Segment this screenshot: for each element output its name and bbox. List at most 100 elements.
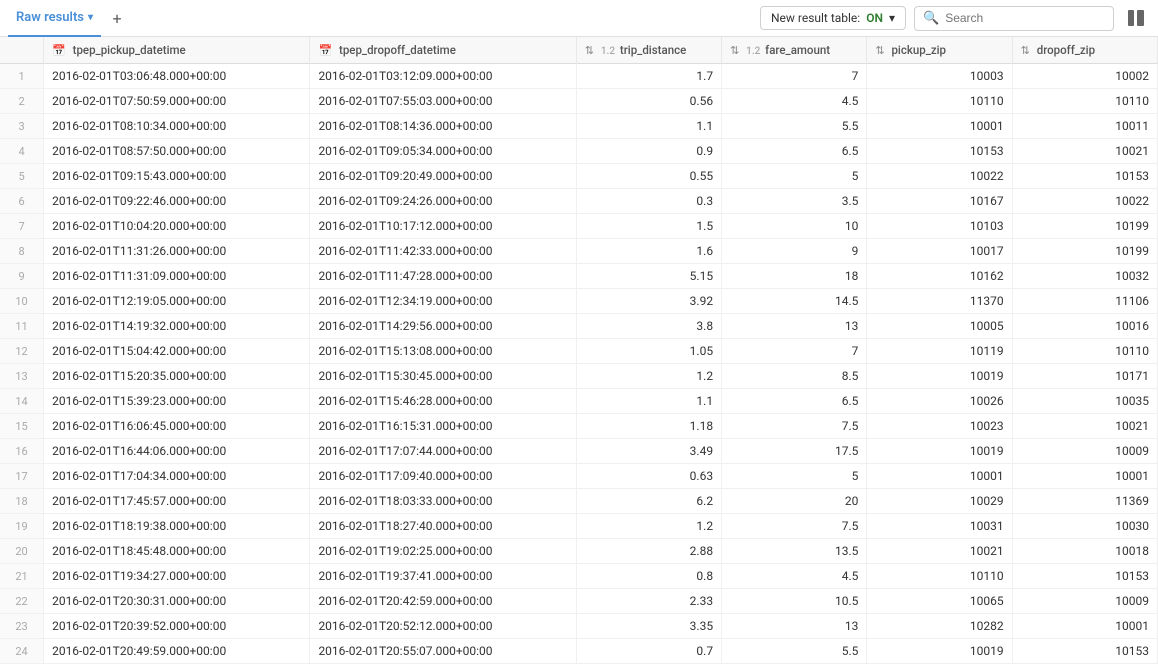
fare-amount-cell: 14.5 (722, 289, 867, 314)
row-number: 24 (0, 639, 44, 664)
trip-distance-cell: 0.9 (576, 139, 721, 164)
pickup-zip-cell: 10065 (867, 589, 1012, 614)
pickup-zip-cell: 10162 (867, 264, 1012, 289)
fare-amount-cell: 7.5 (722, 414, 867, 439)
row-number: 18 (0, 489, 44, 514)
pickup-zip-cell: 10003 (867, 64, 1012, 89)
th-dropoff-datetime[interactable]: 📅 tpep_dropoff_datetime (310, 37, 576, 64)
pickup-datetime-cell: 2016-02-01T09:15:43.000+00:00 (44, 164, 310, 189)
table-row: 12 2016-02-01T15:04:42.000+00:00 2016-02… (0, 339, 1158, 364)
dropoff-zip-cell: 11369 (1012, 489, 1157, 514)
th-pickup-zip[interactable]: ⇅ pickup_zip (867, 37, 1012, 64)
table-row: 19 2016-02-01T18:19:38.000+00:00 2016-02… (0, 514, 1158, 539)
dropoff-zip-cell: 10011 (1012, 114, 1157, 139)
pickup-datetime-cell: 2016-02-01T16:06:45.000+00:00 (44, 414, 310, 439)
dropoff-datetime-cell: 2016-02-01T19:02:25.000+00:00 (310, 539, 576, 564)
pickup-zip-cell: 11370 (867, 289, 1012, 314)
search-input[interactable] (945, 11, 1105, 25)
sort-icon: ⇅ (585, 44, 594, 57)
pickup-zip-cell: 10153 (867, 139, 1012, 164)
row-number: 5 (0, 164, 44, 189)
table-row: 15 2016-02-01T16:06:45.000+00:00 2016-02… (0, 414, 1158, 439)
row-number: 8 (0, 239, 44, 264)
fare-amount-cell: 13 (722, 314, 867, 339)
table-row: 9 2016-02-01T11:31:09.000+00:00 2016-02-… (0, 264, 1158, 289)
pickup-datetime-cell: 2016-02-01T12:19:05.000+00:00 (44, 289, 310, 314)
dropoff-zip-cell: 10030 (1012, 514, 1157, 539)
trip-distance-cell: 1.7 (576, 64, 721, 89)
row-number: 10 (0, 289, 44, 314)
row-number: 9 (0, 264, 44, 289)
dropoff-zip-cell: 10018 (1012, 539, 1157, 564)
pickup-datetime-cell: 2016-02-01T19:34:27.000+00:00 (44, 564, 310, 589)
row-number: 20 (0, 539, 44, 564)
pickup-datetime-cell: 2016-02-01T20:39:52.000+00:00 (44, 614, 310, 639)
toggle-chevron-icon: ▾ (889, 11, 895, 25)
th-dropoff-zip[interactable]: ⇅ dropoff_zip (1012, 37, 1157, 64)
dropoff-zip-cell: 10153 (1012, 564, 1157, 589)
dropoff-datetime-cell: 2016-02-01T08:14:36.000+00:00 (310, 114, 576, 139)
pickup-datetime-cell: 2016-02-01T08:57:50.000+00:00 (44, 139, 310, 164)
dropoff-zip-cell: 10035 (1012, 389, 1157, 414)
fare-amount-cell: 17.5 (722, 439, 867, 464)
dropoff-datetime-cell: 2016-02-01T17:09:40.000+00:00 (310, 464, 576, 489)
row-number: 17 (0, 464, 44, 489)
row-number: 1 (0, 64, 44, 89)
fare-amount-cell: 5.5 (722, 639, 867, 664)
fare-amount-cell: 4.5 (722, 89, 867, 114)
pickup-zip-cell: 10023 (867, 414, 1012, 439)
chevron-down-icon: ▾ (88, 12, 93, 23)
pickup-zip-cell: 10001 (867, 464, 1012, 489)
dropoff-zip-cell: 10199 (1012, 239, 1157, 264)
row-number: 12 (0, 339, 44, 364)
pickup-datetime-cell: 2016-02-01T20:30:31.000+00:00 (44, 589, 310, 614)
pickup-datetime-cell: 2016-02-01T08:10:34.000+00:00 (44, 114, 310, 139)
pickup-zip-cell: 10005 (867, 314, 1012, 339)
dropoff-datetime-cell: 2016-02-01T15:13:08.000+00:00 (310, 339, 576, 364)
results-table: 📅 tpep_pickup_datetime 📅 tpep_dropoff_da… (0, 37, 1158, 664)
raw-results-tab[interactable]: Raw results ▾ (8, 0, 101, 37)
dropoff-zip-cell: 10002 (1012, 64, 1157, 89)
th-pickup-datetime[interactable]: 📅 tpep_pickup_datetime (44, 37, 310, 64)
table-row: 8 2016-02-01T11:31:26.000+00:00 2016-02-… (0, 239, 1158, 264)
dropoff-datetime-cell: 2016-02-01T03:12:09.000+00:00 (310, 64, 576, 89)
dropoff-zip-cell: 10171 (1012, 364, 1157, 389)
pickup-datetime-cell: 2016-02-01T14:19:32.000+00:00 (44, 314, 310, 339)
pickup-zip-cell: 10019 (867, 639, 1012, 664)
dropoff-zip-cell: 10199 (1012, 214, 1157, 239)
row-number: 11 (0, 314, 44, 339)
pickup-datetime-cell: 2016-02-01T09:22:46.000+00:00 (44, 189, 310, 214)
row-number: 14 (0, 389, 44, 414)
calendar-icon-2: 📅 (318, 44, 332, 57)
trip-distance-cell: 6.2 (576, 489, 721, 514)
th-fare-amount[interactable]: ⇅ 1.2 fare_amount (722, 37, 867, 64)
pickup-datetime-cell: 2016-02-01T20:49:59.000+00:00 (44, 639, 310, 664)
table-row: 4 2016-02-01T08:57:50.000+00:00 2016-02-… (0, 139, 1158, 164)
dropoff-zip-cell: 10110 (1012, 89, 1157, 114)
table-row: 20 2016-02-01T18:45:48.000+00:00 2016-02… (0, 539, 1158, 564)
pickup-zip-cell: 10282 (867, 614, 1012, 639)
table-row: 22 2016-02-01T20:30:31.000+00:00 2016-02… (0, 589, 1158, 614)
table-row: 1 2016-02-01T03:06:48.000+00:00 2016-02-… (0, 64, 1158, 89)
pickup-datetime-cell: 2016-02-01T17:04:34.000+00:00 (44, 464, 310, 489)
pickup-datetime-cell: 2016-02-01T11:31:09.000+00:00 (44, 264, 310, 289)
trip-distance-cell: 1.5 (576, 214, 721, 239)
add-tab-button[interactable]: + (105, 6, 129, 30)
layout-button[interactable] (1122, 4, 1150, 32)
table-row: 13 2016-02-01T15:20:35.000+00:00 2016-02… (0, 364, 1158, 389)
pickup-zip-cell: 10017 (867, 239, 1012, 264)
new-result-table-toggle[interactable]: New result table: ON ▾ (760, 6, 906, 30)
dropoff-zip-cell: 10009 (1012, 439, 1157, 464)
pickup-zip-cell: 10110 (867, 564, 1012, 589)
search-box[interactable]: 🔍 (914, 6, 1114, 31)
trip-distance-cell: 5.15 (576, 264, 721, 289)
th-trip-distance[interactable]: ⇅ 1.2 trip_distance (576, 37, 721, 64)
pickup-datetime-cell: 2016-02-01T03:06:48.000+00:00 (44, 64, 310, 89)
trip-distance-cell: 0.3 (576, 189, 721, 214)
dropoff-datetime-cell: 2016-02-01T20:42:59.000+00:00 (310, 589, 576, 614)
pickup-datetime-cell: 2016-02-01T18:45:48.000+00:00 (44, 539, 310, 564)
dropoff-datetime-cell: 2016-02-01T09:05:34.000+00:00 (310, 139, 576, 164)
trip-distance-cell: 0.8 (576, 564, 721, 589)
dropoff-datetime-cell: 2016-02-01T11:47:28.000+00:00 (310, 264, 576, 289)
fare-amount-cell: 4.5 (722, 564, 867, 589)
